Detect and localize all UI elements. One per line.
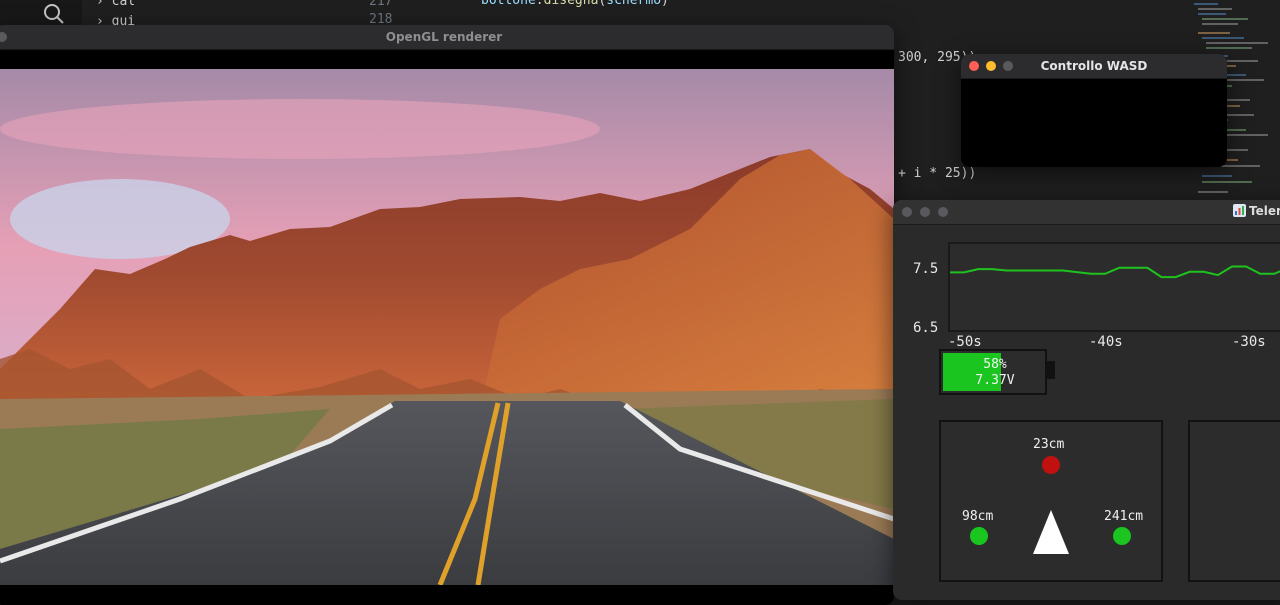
tree-item-cal[interactable]: › cal xyxy=(96,0,135,9)
close-button[interactable] xyxy=(902,207,912,217)
right-sensor-indicator xyxy=(1113,527,1131,545)
window-title-group: Telem xyxy=(1233,204,1280,218)
window-titlebar[interactable]: Controllo WASD xyxy=(961,54,1227,79)
zoom-button[interactable] xyxy=(938,207,948,217)
code-token: bottone xyxy=(481,0,536,8)
battery-percent: 58% xyxy=(983,357,1007,372)
battery-terminal xyxy=(1045,361,1055,379)
code-fragment[interactable]: + i * 25)) xyxy=(898,166,976,181)
window-titlebar[interactable]: OpenGL renderer xyxy=(0,25,894,50)
window-titlebar[interactable]: Telem xyxy=(893,200,1280,225)
right-distance-label: 241cm xyxy=(1104,509,1144,524)
opengl-renderer-window[interactable]: OpenGL renderer xyxy=(0,25,894,605)
robot-direction-arrow-icon xyxy=(1033,510,1069,554)
battery-indicator: 58% 7.37V xyxy=(939,349,1047,395)
voltage-graph-plot xyxy=(950,265,1280,279)
window-title: OpenGL renderer xyxy=(385,30,503,44)
voltage-series-line xyxy=(950,265,1280,279)
battery-voltage: 7.37V xyxy=(975,373,1015,388)
voltage-graph xyxy=(948,242,1280,332)
search-icon[interactable] xyxy=(42,2,66,26)
x-tick-label: -40s xyxy=(1089,334,1123,350)
line-number: 217 xyxy=(369,0,393,9)
y-tick-label: 7.5 xyxy=(913,261,939,277)
front-distance-label: 23cm xyxy=(1033,437,1065,452)
code-line[interactable]: bottone.disegna(schermo) xyxy=(481,0,669,8)
window-title: Controllo WASD xyxy=(1040,59,1148,73)
secondary-panel xyxy=(1188,420,1280,582)
y-tick-label: 6.5 xyxy=(913,320,939,336)
telemetry-window[interactable]: Telem 7.5 6.5 -50s -40s -30s 58% 7.37V 2… xyxy=(893,200,1280,600)
wasd-control-window[interactable]: Controllo WASD xyxy=(961,54,1227,167)
distance-sensors-panel: 23cm 98cm 241cm xyxy=(939,420,1163,582)
bar-chart-icon xyxy=(1233,204,1246,217)
window-title: Telem xyxy=(1249,204,1280,218)
left-sensor-indicator xyxy=(970,527,988,545)
front-sensor-indicator xyxy=(1042,456,1060,474)
x-tick-label: -30s xyxy=(1232,334,1266,350)
minimize-button[interactable] xyxy=(920,207,930,217)
render-canvas[interactable] xyxy=(0,69,894,585)
code-token: schermo xyxy=(606,0,662,8)
desert-road-scene xyxy=(0,69,894,585)
code-token: disegna xyxy=(543,0,599,8)
left-distance-label: 98cm xyxy=(962,509,994,524)
x-tick-label: -50s xyxy=(948,334,982,350)
